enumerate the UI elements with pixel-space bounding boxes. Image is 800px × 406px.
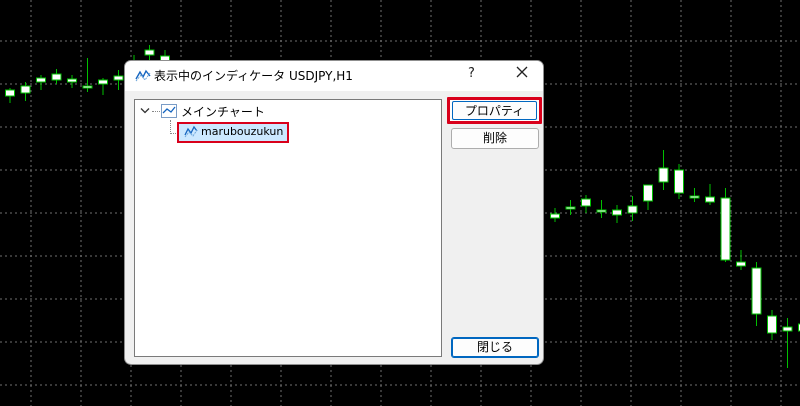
properties-button[interactable]: プロパティ (447, 97, 542, 124)
candle-body (751, 267, 762, 315)
candle-body (36, 77, 46, 83)
candle-body (720, 197, 731, 261)
candle-body (144, 49, 155, 56)
candle-body (20, 85, 31, 94)
tree-item-main-chart[interactable]: メインチャート (181, 103, 265, 120)
candle-body (658, 167, 669, 183)
indicator-tree[interactable]: メインチャート marubouzukun (134, 99, 442, 357)
candle-body (674, 169, 684, 194)
indicators-dialog: 表示中のインディケータ USDJPY,H1 ? メインチャート marubouz… (124, 60, 544, 365)
candle-body (627, 205, 638, 214)
candle-body (736, 261, 746, 267)
close-icon[interactable] (515, 65, 529, 79)
candle-body (782, 326, 793, 332)
help-button[interactable]: ? (468, 66, 475, 81)
dialog-title: 表示中のインディケータ USDJPY,H1 (154, 69, 353, 83)
candle-body (612, 209, 622, 216)
indicator-icon (135, 69, 151, 82)
properties-button-label: プロパティ (464, 104, 525, 118)
close-button[interactable]: 閉じる (451, 337, 539, 358)
main-chart-icon (161, 104, 177, 118)
indicator-icon (184, 125, 198, 138)
candle-body (705, 196, 715, 203)
candle-body (643, 184, 653, 202)
candle-body (596, 209, 607, 213)
candle-body (98, 79, 108, 85)
tree-connector (152, 111, 160, 112)
tree-connector (170, 120, 171, 134)
candle-body (67, 78, 77, 83)
candle-body (5, 89, 15, 97)
candle-body (767, 315, 777, 334)
delete-button[interactable]: 削除 (451, 128, 539, 149)
candle-body (51, 73, 62, 81)
candle-body (113, 75, 124, 81)
candle-body (689, 195, 700, 199)
tree-item-marubouzukun[interactable]: marubouzukun (177, 122, 289, 143)
candle-body (82, 85, 93, 89)
properties-button-face: プロパティ (452, 101, 537, 120)
candle-body (581, 198, 591, 207)
dialog-titlebar: 表示中のインディケータ USDJPY,H1 ? (125, 61, 543, 91)
candle-body (565, 206, 576, 210)
chevron-down-icon[interactable] (140, 107, 150, 115)
candle-body (550, 213, 560, 219)
tree-item-label: marubouzukun (201, 125, 284, 138)
